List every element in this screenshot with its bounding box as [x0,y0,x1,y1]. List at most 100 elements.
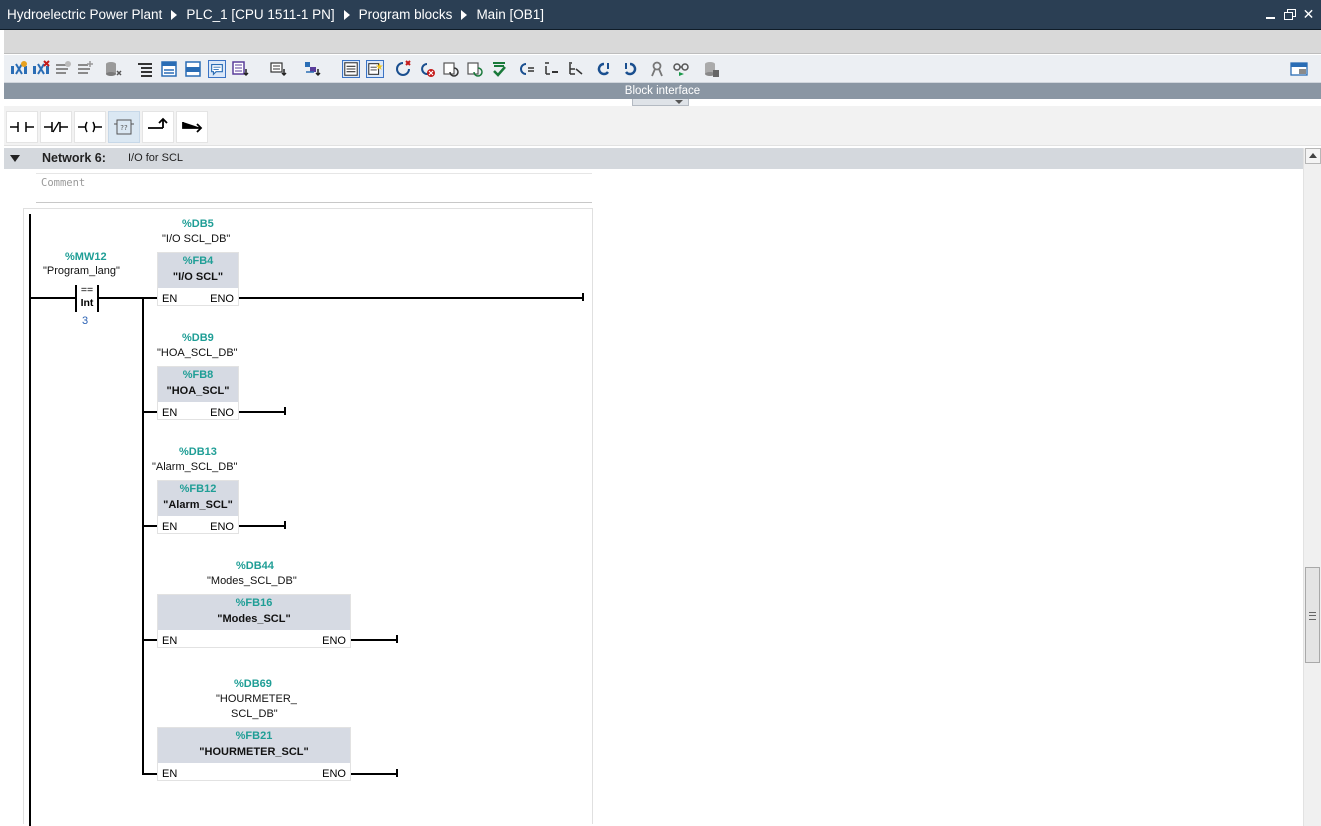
network-comments-icon[interactable] [184,60,202,78]
fb-call-box[interactable]: %FB4 "I/O SCL" EN ENO [157,252,239,306]
fb-call-box[interactable]: %FB21 "HOURMETER_SCL" EN ENO [157,727,351,781]
add-row-icon[interactable] [76,60,94,78]
fb-title-area: %FB21 "HOURMETER_SCL" [158,728,350,763]
breadcrumb-separator-icon [171,9,178,20]
compare-value[interactable]: 3 [82,315,88,327]
snapshot-icon[interactable] [620,60,638,78]
output-coil-button[interactable] [74,111,106,143]
breadcrumb-block[interactable]: Main [OB1] [476,7,544,22]
close-icon[interactable]: ✕ [1302,7,1315,21]
expand-networks-icon[interactable] [304,60,322,78]
insert-network-icon[interactable] [10,60,28,78]
fb-call-box[interactable]: %FB8 "HOA_SCL" EN ENO [157,366,239,420]
instance-db-address[interactable]: %DB5 [182,218,214,230]
go-to-error-icon[interactable] [418,60,436,78]
block-interface-label: Block interface [624,85,701,97]
output-coil-icon [78,121,102,133]
fb-call-box[interactable]: %FB16 "Modes_SCL" EN ENO [157,594,351,648]
compare-equal-contact[interactable]: == Int [75,284,99,312]
instance-db-name[interactable]: "Alarm_SCL_DB" [152,461,237,473]
instance-db-name-line1[interactable]: "HOURMETER_ [216,693,297,705]
breadcrumb-separator-icon [343,9,350,20]
open-branch-icon [148,117,168,129]
show-comments-icon[interactable] [208,60,226,78]
compare-operand-tag[interactable]: "Program_lang" [43,265,120,277]
branch-wire [142,525,158,527]
instance-db-address[interactable]: %DB9 [182,332,214,344]
database-icon[interactable] [702,60,720,78]
normally-closed-contact-button[interactable] [40,111,72,143]
reset-start-values-icon[interactable] [104,60,122,78]
modify-icon[interactable] [596,60,614,78]
status-icon[interactable] [650,60,668,78]
block-interface-bar[interactable]: Block interface [4,83,1321,99]
vertical-scrollbar[interactable] [1303,148,1321,826]
compare-type: Int [80,297,94,309]
compile-icon[interactable] [542,60,560,78]
eno-pin: ENO [322,768,346,780]
eno-wire [239,297,584,299]
breadcrumb-device[interactable]: PLC_1 [CPU 1511-1 PN] [186,7,334,22]
fb-call-box[interactable]: %FB12 "Alarm_SCL" EN ENO [157,480,239,534]
fb-title-area: %FB16 "Modes_SCL" [158,595,350,630]
comment-placeholder: Comment [41,177,86,189]
monitoring-icon[interactable] [566,60,584,78]
normally-closed-contact-icon [44,121,68,133]
scroll-thumb[interactable] [1305,567,1320,663]
operand-display-icon[interactable] [270,60,288,78]
en-pin: EN [162,407,178,419]
update-calls-icon[interactable] [518,60,536,78]
eno-pin: ENO [322,635,346,647]
instance-db-name[interactable]: "Modes_SCL_DB" [207,575,297,587]
instance-db-name[interactable]: "I/O SCL_DB" [162,233,230,245]
instance-db-address[interactable]: %DB69 [234,678,272,690]
fb-name: "HOA_SCL" [166,385,230,397]
monitor-glasses-icon[interactable] [672,60,690,78]
breadcrumb-project[interactable]: Hydroelectric Power Plant [7,7,162,22]
compare-operand-address[interactable]: %MW12 [65,251,107,263]
eno-wire [351,639,397,641]
instance-db-address[interactable]: %DB44 [236,560,274,572]
splitter-handle[interactable] [632,99,689,106]
branch-wire [142,773,158,775]
restore-icon[interactable] [1283,8,1296,21]
fb-address: %FB8 [182,369,214,381]
en-pin: EN [162,768,178,780]
fb-name: "I/O SCL" [172,271,224,283]
rung-wire [31,297,75,299]
collapse-triangle-icon[interactable] [10,155,20,162]
network-header[interactable]: Network 6: I/O for SCL [4,148,1303,169]
network-description[interactable]: I/O for SCL [128,152,183,164]
scroll-up-icon[interactable] [1305,148,1321,164]
fb-address: %FB21 [235,730,273,742]
minimize-icon[interactable] [1264,8,1277,21]
collapse-networks-icon[interactable] [342,60,360,78]
display-favorites-icon[interactable] [160,60,178,78]
open-branch-button[interactable] [142,111,174,143]
eno-pin: ENO [210,407,234,419]
check-syntax-icon[interactable] [490,60,508,78]
normally-open-contact-button[interactable] [6,111,38,143]
absolute-operands-icon[interactable] [136,60,154,78]
close-branch-button[interactable] [176,111,208,143]
empty-box-button[interactable]: ?? [108,111,140,143]
fb-address: %FB16 [235,597,273,609]
open-all-icon[interactable] [366,60,384,78]
previous-error-icon[interactable] [442,60,460,78]
next-error-icon[interactable] [466,60,484,78]
wire-end-terminal [396,635,398,643]
close-all-icon[interactable] [394,60,412,78]
instance-db-address[interactable]: %DB13 [179,446,217,458]
instance-db-name-line2[interactable]: SCL_DB" [231,708,278,720]
insert-row-icon[interactable] [54,60,72,78]
block-interface-toggle-icon[interactable] [1290,60,1308,78]
instance-db-name[interactable]: "HOA_SCL_DB" [157,347,238,359]
lad-element-toolbar: ?? [4,106,1321,146]
breadcrumb-folder[interactable]: Program blocks [359,7,453,22]
eno-wire [351,773,397,775]
en-pin: EN [162,635,178,647]
network-comment-field[interactable]: Comment [36,173,592,203]
delete-network-icon[interactable] [32,60,50,78]
rung-wire [99,297,158,299]
symbolic-info-icon[interactable] [232,60,250,78]
